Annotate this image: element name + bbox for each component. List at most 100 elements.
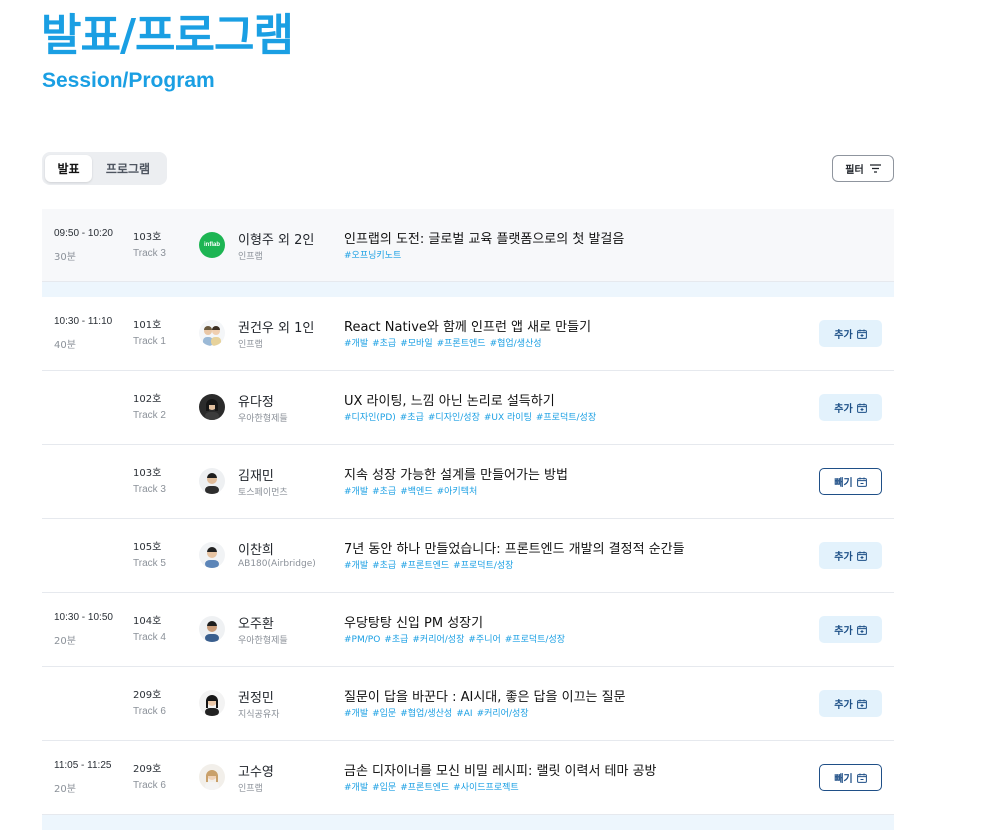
session-track: Track 6 (133, 780, 166, 791)
tag[interactable]: #협업/생산성 (490, 339, 542, 349)
tag[interactable]: #커리어/성장 (412, 635, 464, 645)
session-row[interactable]: 11:05 - 11:25 20분 209호 Track 6 고수영 인프랩 금… (42, 741, 894, 815)
add-session-button[interactable]: 추가 (819, 616, 882, 643)
tag[interactable]: #초급 (372, 339, 396, 349)
session-room: 209호 (133, 764, 162, 775)
tab-sessions[interactable]: 발표 (45, 155, 92, 182)
speaker-org: 인프랩 (238, 340, 263, 350)
calendar-add-icon (856, 551, 867, 561)
session-row[interactable]: 10:30 - 11:10 40분 101호 Track 1 권건우 외 1인 … (42, 297, 894, 371)
tag[interactable]: #프론트엔드 (400, 561, 449, 571)
speaker-org: AB180(Airbridge) (238, 559, 316, 569)
session-row[interactable]: 103호 Track 3 김재민 토스페이먼츠 지속 성장 가능한 설계를 만들… (42, 445, 894, 519)
speaker-org: 인프랩 (238, 252, 263, 262)
tag[interactable]: #프로덕트/성장 (536, 413, 596, 423)
page-title: 발표/프로그램 (41, 10, 294, 61)
tag[interactable]: #개발 (344, 487, 368, 497)
session-tags: #개발 #입문 #협업/생산성 #AI #커리어/성장 (344, 706, 533, 719)
session-title[interactable]: React Native와 함께 인프런 앱 새로 만들기 (344, 316, 591, 335)
speaker-org: 토스페이먼츠 (238, 488, 288, 498)
add-session-button[interactable]: 추가 (819, 320, 882, 347)
tag[interactable]: #프론트엔드 (437, 339, 486, 349)
tag[interactable]: #AI (456, 709, 472, 719)
session-room: 104호 (133, 616, 162, 627)
tag[interactable]: #디자인(PD) (344, 413, 396, 423)
session-time: 10:30 - 11:10 (54, 316, 113, 327)
tag[interactable]: #입문 (372, 709, 396, 719)
tag[interactable]: #오프닝키노트 (344, 251, 401, 261)
tag[interactable]: #백엔드 (400, 487, 432, 497)
session-row[interactable]: 209호 Track 6 권정민 지식공유자 질문이 답을 바꾼다 : AI시대… (42, 667, 894, 741)
tag[interactable]: #디자인/성장 (428, 413, 480, 423)
time-slot-divider (42, 282, 894, 297)
filter-button[interactable]: 필터 (832, 155, 894, 182)
session-time: 11:05 - 11:25 (54, 760, 112, 771)
filter-label: 필터 (845, 165, 864, 176)
tag[interactable]: #초급 (400, 413, 424, 423)
session-tags: #개발 #입문 #프론트엔드 #사이드프로젝트 (344, 780, 523, 793)
button-label: 추가 (834, 552, 853, 563)
session-room: 209호 (133, 690, 162, 701)
tag[interactable]: #프론트엔드 (400, 783, 449, 793)
speaker-org: 우아한형제들 (238, 636, 288, 646)
session-room: 103호 (133, 468, 162, 479)
speaker-org: 우아한형제들 (238, 414, 288, 424)
time-slot-divider (42, 815, 894, 830)
session-title[interactable]: UX 라이팅, 느낌 아닌 논리로 설득하기 (344, 390, 555, 409)
button-label: 빼기 (834, 478, 853, 489)
button-label: 추가 (834, 330, 853, 341)
calendar-add-icon (856, 699, 867, 709)
tag[interactable]: #사이드프로젝트 (453, 783, 519, 793)
tag[interactable]: #PM/PO (344, 635, 380, 645)
remove-session-button[interactable]: 빼기 (819, 468, 882, 495)
tag[interactable]: #초급 (384, 635, 408, 645)
speaker-name: 오주환 (238, 617, 274, 632)
speaker-avatar (199, 542, 225, 568)
tag[interactable]: #개발 (344, 783, 368, 793)
session-title[interactable]: 금손 디자이너를 모신 비밀 레시피: 랠릿 이력서 테마 공방 (344, 760, 657, 779)
tag[interactable]: #개발 (344, 561, 368, 571)
tag[interactable]: #프로덕트/성장 (453, 561, 513, 571)
session-time: 09:50 - 10:20 (54, 228, 113, 239)
session-row[interactable]: 09:50 - 10:20 30분 103호 Track 3 inflab 이형… (42, 209, 894, 282)
add-session-button[interactable]: 추가 (819, 542, 882, 569)
session-duration: 30분 (54, 252, 76, 263)
session-row[interactable]: 102호 Track 2 유다정 우아한형제들 UX 라이팅, 느낌 아닌 논리… (42, 371, 894, 445)
session-title[interactable]: 지속 성장 가능한 설계를 만들어가는 방법 (344, 464, 568, 483)
tag[interactable]: #개발 (344, 339, 368, 349)
speaker-org: 지식공유자 (238, 710, 280, 720)
tab-program[interactable]: 프로그램 (92, 155, 164, 182)
org-logo-text: inflab (204, 242, 220, 248)
session-row[interactable]: 10:30 - 10:50 20분 104호 Track 4 오주환 우아한형제… (42, 593, 894, 667)
session-tags: #오프닝키노트 (344, 248, 405, 261)
speaker-avatar (199, 394, 225, 420)
page-subtitle: Session/Program (42, 69, 215, 92)
speaker-name: 권정민 (238, 691, 274, 706)
tag[interactable]: #커리어/성장 (477, 709, 529, 719)
tag[interactable]: #주니어 (468, 635, 500, 645)
tag[interactable]: #협업/생산성 (400, 709, 452, 719)
session-tags: #개발 #초급 #모바일 #프론트엔드 #협업/생산성 (344, 336, 546, 349)
tag[interactable]: #아키텍처 (437, 487, 478, 497)
button-label: 추가 (834, 700, 853, 711)
tag[interactable]: #초급 (372, 561, 396, 571)
tag[interactable]: #UX 라이팅 (484, 413, 532, 423)
session-title[interactable]: 7년 동안 하나 만들었습니다: 프론트엔드 개발의 결정적 순간들 (344, 538, 685, 557)
session-row[interactable]: 105호 Track 5 이찬희 AB180(Airbridge) 7년 동안 … (42, 519, 894, 593)
tag[interactable]: #초급 (372, 487, 396, 497)
add-session-button[interactable]: 추가 (819, 394, 882, 421)
tag[interactable]: #개발 (344, 709, 368, 719)
session-list: 09:50 - 10:20 30분 103호 Track 3 inflab 이형… (42, 209, 894, 830)
calendar-add-icon (856, 329, 867, 339)
add-session-button[interactable]: 추가 (819, 690, 882, 717)
tag[interactable]: #입문 (372, 783, 396, 793)
session-title[interactable]: 우당탕탕 신입 PM 성장기 (344, 612, 483, 631)
session-track: Track 5 (133, 558, 166, 569)
session-duration: 20분 (54, 784, 76, 795)
session-title[interactable]: 질문이 답을 바꾼다 : AI시대, 좋은 답을 이끄는 질문 (344, 686, 626, 705)
tag[interactable]: #프로덕트/성장 (505, 635, 565, 645)
session-duration: 20분 (54, 636, 76, 647)
remove-session-button[interactable]: 빼기 (819, 764, 882, 791)
session-title[interactable]: 인프랩의 도전: 글로벌 교육 플랫폼으로의 첫 발걸음 (344, 228, 624, 247)
tag[interactable]: #모바일 (400, 339, 432, 349)
